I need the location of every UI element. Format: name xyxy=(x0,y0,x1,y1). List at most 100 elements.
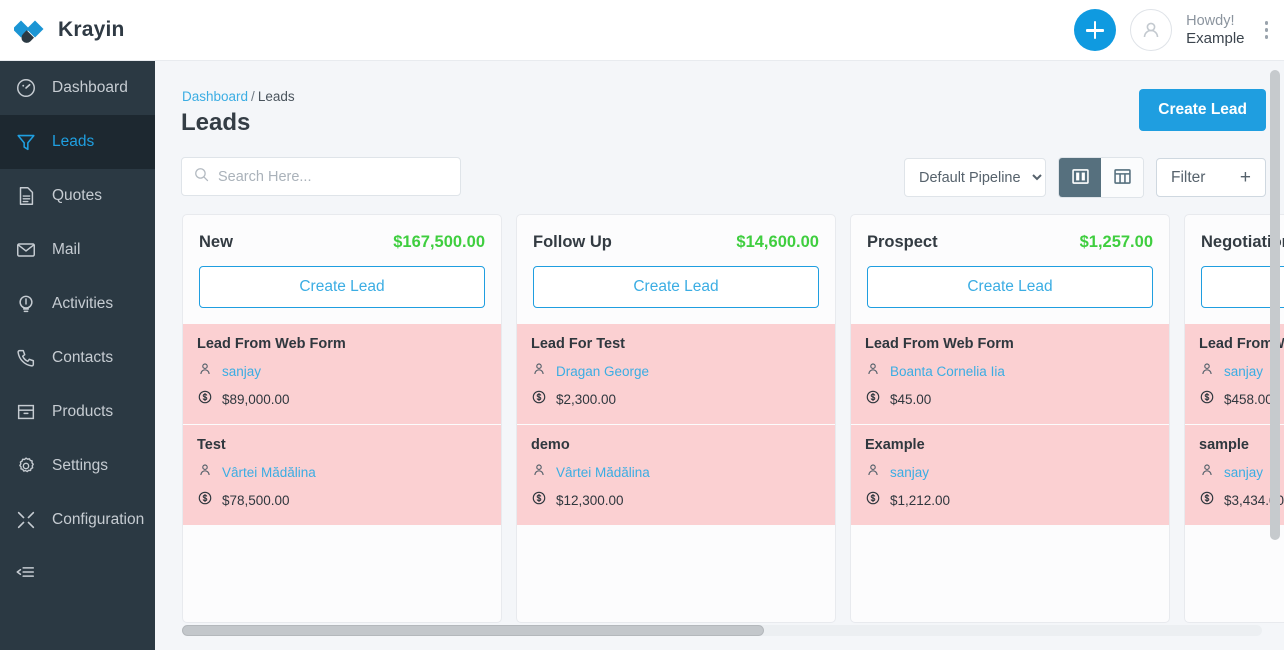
breadcrumb-separator: / xyxy=(251,89,255,104)
column-total-amount: $14,600.00 xyxy=(736,233,819,251)
lead-person-row: Vârtei Mădălina xyxy=(197,462,487,483)
filter-plus-icon: + xyxy=(1239,167,1251,188)
kanban-board-scroll-area[interactable]: New $167,500.00 Create Lead Lead From We… xyxy=(155,214,1284,650)
horizontal-scrollbar-thumb[interactable] xyxy=(182,625,764,636)
vertical-scrollbar-thumb[interactable] xyxy=(1270,70,1280,540)
lead-person[interactable]: Dragan George xyxy=(556,364,649,379)
vertical-scrollbar[interactable] xyxy=(1270,70,1280,570)
dollar-coin-icon xyxy=(531,389,547,410)
lead-person-row: sanjay xyxy=(865,462,1155,483)
lead-title: demo xyxy=(531,437,570,453)
person-icon xyxy=(531,361,547,382)
lead-person[interactable]: sanjay xyxy=(222,364,261,379)
phone-icon xyxy=(14,346,38,370)
lead-person-row: Dragan George xyxy=(531,361,821,382)
lead-amount: $89,000.00 xyxy=(222,392,290,407)
table-view-button[interactable] xyxy=(1101,158,1143,197)
sidebar-item-contacts[interactable]: Contacts xyxy=(0,331,155,385)
lead-card[interactable]: demo Vârtei Mădălina $12,300.00 xyxy=(517,425,835,526)
column-lead-list: Lead For Test Dragan George $2,300.00 de… xyxy=(517,324,835,526)
person-icon xyxy=(1199,361,1215,382)
breadcrumb: Dashboard / Leads xyxy=(182,89,295,104)
brand-logo-area[interactable]: Krayin xyxy=(0,15,260,45)
search-input[interactable] xyxy=(218,168,449,185)
lead-card[interactable]: Lead From Web Form sanjay $89,000.00 xyxy=(183,324,501,425)
table-view-icon xyxy=(1112,166,1133,190)
kanban-column: Follow Up $14,600.00 Create Lead Lead Fo… xyxy=(516,214,836,623)
user-avatar-icon xyxy=(1143,22,1159,38)
lead-card[interactable]: Test Vârtei Mădălina $78,500.00 xyxy=(183,425,501,526)
lead-person[interactable]: Vârtei Mădălina xyxy=(556,465,650,480)
lead-amount: $458.00 xyxy=(1224,392,1273,407)
column-create-lead-button[interactable]: Create Lead xyxy=(199,266,485,308)
lead-amount: $78,500.00 xyxy=(222,493,290,508)
sidebar-item-products[interactable]: Products xyxy=(0,385,155,439)
lead-person-row: Vârtei Mădălina xyxy=(531,462,821,483)
lead-person[interactable]: Boanta Cornelia Iia xyxy=(890,364,1005,379)
page-title: Leads xyxy=(181,109,251,136)
lead-person-row: sanjay xyxy=(197,361,487,382)
sidebar-label: Leads xyxy=(52,133,95,150)
tools-icon xyxy=(14,508,38,532)
sidebar-label: Configuration xyxy=(52,511,145,528)
lead-person[interactable]: sanjay xyxy=(1224,364,1263,379)
kebab-menu-icon[interactable] xyxy=(1259,17,1275,43)
collapse-sidebar-icon xyxy=(14,561,36,588)
dollar-coin-icon xyxy=(531,490,547,511)
column-create-lead-button[interactable]: Create Lead xyxy=(867,266,1153,308)
add-new-button[interactable] xyxy=(1074,9,1117,51)
sidebar-item-activities[interactable]: Activities xyxy=(0,277,155,331)
sidebar-label: Contacts xyxy=(52,349,114,366)
lead-card[interactable]: Lead For Test Dragan George $2,300.00 xyxy=(517,324,835,425)
person-icon xyxy=(865,462,881,483)
user-avatar[interactable] xyxy=(1130,9,1173,51)
main-content: Dashboard/Leads Leads Create Lead Defaul… xyxy=(155,61,1284,650)
kanban-view-button[interactable] xyxy=(1059,158,1101,197)
kanban-column: Prospect $1,257.00 Create Lead Lead From… xyxy=(850,214,1170,623)
view-toggle-group xyxy=(1058,157,1144,198)
column-title: New xyxy=(199,233,233,251)
lead-amount-row: $1,212.00 xyxy=(865,490,1155,511)
funnel-icon xyxy=(14,130,38,154)
top-header-bar: Krayin Howdy! Example xyxy=(0,0,1284,61)
sidebar-item-leads[interactable]: Leads xyxy=(0,115,155,169)
column-header: Follow Up $14,600.00 Create Lead xyxy=(517,215,835,308)
sidebar-collapse-toggle[interactable] xyxy=(0,547,155,601)
search-icon xyxy=(193,166,210,188)
box-icon xyxy=(14,400,38,424)
document-icon xyxy=(14,184,38,208)
column-lead-list: Lead From Web Form sanjay $89,000.00 Tes… xyxy=(183,324,501,526)
board-toolbar: Default Pipeline Filter + xyxy=(904,157,1266,198)
lead-title: Example xyxy=(865,437,925,453)
lead-person[interactable]: Vârtei Mădălina xyxy=(222,465,316,480)
sidebar-label: Products xyxy=(52,403,114,420)
sidebar-item-settings[interactable]: Settings xyxy=(0,439,155,493)
lead-person[interactable]: sanjay xyxy=(1224,465,1263,480)
lead-card[interactable]: Lead From Web Form Boanta Cornelia Iia $… xyxy=(851,324,1169,425)
lead-amount-row: $2,300.00 xyxy=(531,389,821,410)
user-name: Example xyxy=(1186,29,1245,47)
sidebar-item-mail[interactable]: Mail xyxy=(0,223,155,277)
sidebar-item-configuration[interactable]: Configuration xyxy=(0,493,155,547)
speedometer-icon xyxy=(14,76,38,100)
pipeline-select[interactable]: Default Pipeline xyxy=(904,158,1046,197)
person-icon xyxy=(865,361,881,382)
filter-button[interactable]: Filter + xyxy=(1156,158,1266,197)
column-header: New $167,500.00 Create Lead xyxy=(183,215,501,308)
greeting-line: Howdy! xyxy=(1186,12,1235,29)
filter-label: Filter xyxy=(1171,168,1206,186)
sidebar-item-quotes[interactable]: Quotes xyxy=(0,169,155,223)
column-create-lead-button[interactable]: Create Lead xyxy=(533,266,819,308)
sidebar-item-dashboard[interactable]: Dashboard xyxy=(0,61,155,115)
lead-amount: $12,300.00 xyxy=(556,493,624,508)
create-lead-button[interactable]: Create Lead xyxy=(1139,89,1266,131)
search-field[interactable] xyxy=(181,157,461,196)
lead-person[interactable]: sanjay xyxy=(890,465,929,480)
horizontal-scrollbar[interactable] xyxy=(182,625,1262,636)
breadcrumb-dashboard-link[interactable]: Dashboard xyxy=(182,89,248,104)
lead-amount-row: $89,000.00 xyxy=(197,389,487,410)
user-greeting[interactable]: Howdy! Example xyxy=(1186,12,1244,49)
lead-card[interactable]: Example sanjay $1,212.00 xyxy=(851,425,1169,526)
kanban-board: New $167,500.00 Create Lead Lead From We… xyxy=(155,214,1284,623)
lead-amount-row: $78,500.00 xyxy=(197,490,487,511)
